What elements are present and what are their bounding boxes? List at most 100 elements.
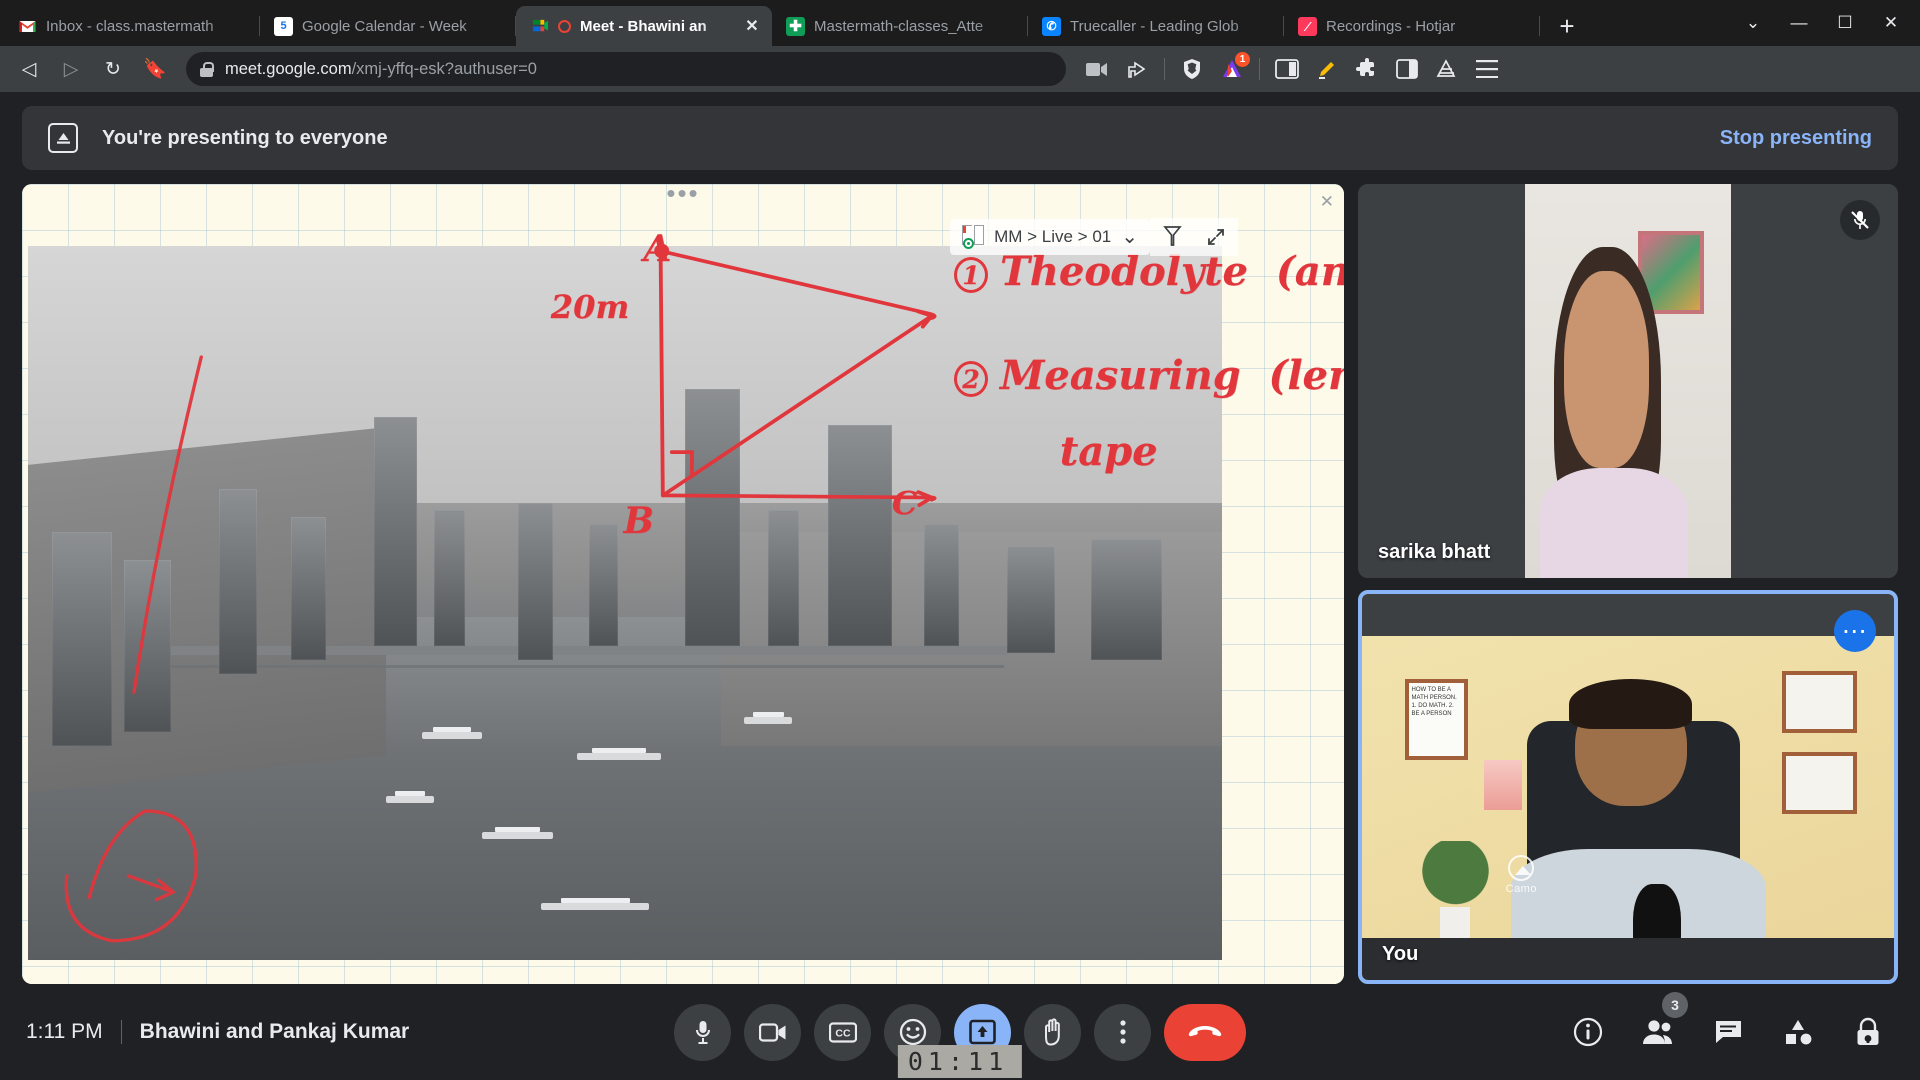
secondary-controls: 3 bbox=[1562, 992, 1894, 1058]
minimize-icon[interactable]: — bbox=[1776, 0, 1822, 46]
brave-leo-icon[interactable] bbox=[1428, 50, 1466, 88]
highlighter-icon[interactable] bbox=[1150, 218, 1194, 256]
browser-tab-gmail[interactable]: Inbox - class.mastermath bbox=[4, 6, 260, 46]
camo-watermark-label: Camo bbox=[1505, 883, 1537, 896]
share-icon[interactable] bbox=[1118, 50, 1156, 88]
url-path: /xmj-yffq-esk?authuser=0 bbox=[351, 59, 537, 78]
video-frame bbox=[1525, 184, 1731, 578]
participants-panel: sarika bhatt HOW TO BE A MATH PERSON. 1.… bbox=[1358, 184, 1898, 984]
photo-boat bbox=[422, 726, 482, 739]
photo-building bbox=[1090, 538, 1163, 661]
host-controls-button[interactable] bbox=[1842, 1006, 1894, 1058]
browser-tab-truecaller[interactable]: ✆ Truecaller - Leading Glob bbox=[1028, 6, 1284, 46]
extensions-icon[interactable] bbox=[1348, 50, 1386, 88]
browser-tab-meet[interactable]: Meet - Bhawini an ✕ bbox=[516, 6, 772, 46]
brave-shields-icon[interactable] bbox=[1173, 50, 1211, 88]
participant-name: You bbox=[1382, 943, 1419, 965]
close-icon[interactable]: ✕ bbox=[742, 16, 762, 36]
window-close-icon[interactable]: ✕ bbox=[1868, 0, 1914, 46]
photo-building bbox=[589, 524, 618, 646]
person-face bbox=[1564, 270, 1649, 468]
browser-tab-hotjar[interactable]: ⁄ Recordings - Hotjar bbox=[1284, 6, 1540, 46]
person-hair bbox=[1569, 678, 1692, 730]
photo-boat bbox=[541, 898, 649, 911]
close-share-icon[interactable]: ✕ bbox=[1320, 192, 1334, 212]
people-count-badge: 3 bbox=[1662, 992, 1688, 1018]
meeting-details-button[interactable] bbox=[1562, 1006, 1614, 1058]
url-domain: meet.google.com bbox=[225, 59, 352, 78]
screen-record-icon[interactable] bbox=[1078, 50, 1116, 88]
chat-button[interactable] bbox=[1702, 1006, 1754, 1058]
meta-divider bbox=[120, 1020, 122, 1044]
wall-certificate bbox=[1782, 752, 1857, 814]
expand-icon[interactable] bbox=[1194, 218, 1238, 256]
new-tab-button[interactable]: + bbox=[1550, 9, 1584, 43]
sidebar-icon[interactable] bbox=[1268, 50, 1306, 88]
microphone-button[interactable] bbox=[674, 1003, 731, 1061]
tab-title: Truecaller - Leading Glob bbox=[1070, 17, 1239, 35]
tab-search-icon[interactable]: ⌄ bbox=[1730, 0, 1776, 46]
tab-title: Meet - Bhawini an bbox=[580, 17, 707, 35]
captions-button[interactable]: CC bbox=[814, 1003, 871, 1061]
presenting-banner: You're presenting to everyone Stop prese… bbox=[22, 106, 1898, 170]
photo-building bbox=[923, 524, 960, 646]
url-input[interactable]: meet.google.com/xmj-yffq-esk?authuser=0 bbox=[186, 52, 1066, 86]
photo-boat bbox=[577, 748, 661, 761]
video-letterbox-top bbox=[1362, 593, 1894, 637]
browser-tab-classroom[interactable]: ✚ Mastermath-classes_Atte bbox=[772, 6, 1028, 46]
meeting-meta: 1:11 PM Bhawini and Pankaj Kumar bbox=[26, 1020, 409, 1044]
camera-button[interactable] bbox=[744, 1003, 801, 1061]
photo-building bbox=[827, 424, 893, 646]
desk-plant bbox=[1420, 841, 1490, 942]
notebook-record-icon bbox=[962, 225, 985, 249]
stop-presenting-button[interactable]: Stop presenting bbox=[1720, 127, 1872, 150]
menu-icon[interactable] bbox=[1468, 50, 1506, 88]
maximize-icon[interactable]: ☐ bbox=[1822, 0, 1868, 46]
wall-certificate bbox=[1782, 671, 1857, 733]
meeting-name: Bhawini and Pankaj Kumar bbox=[139, 1020, 410, 1043]
recording-timer-value: 01:11 bbox=[907, 1047, 1009, 1076]
person-shirt bbox=[1539, 467, 1688, 578]
photo-building bbox=[517, 503, 554, 661]
tab-strip: Inbox - class.mastermath 5 Google Calend… bbox=[0, 0, 1920, 46]
highlighter-icon[interactable] bbox=[1308, 50, 1346, 88]
people-button[interactable]: 3 bbox=[1632, 992, 1688, 1058]
photo-building bbox=[123, 560, 172, 732]
photo-building bbox=[768, 510, 800, 646]
photo-building bbox=[1007, 545, 1055, 653]
google-calendar-icon: 5 bbox=[274, 16, 293, 36]
whiteboard-breadcrumb-chip[interactable]: MM > Live > 01 ⌄ bbox=[950, 219, 1150, 255]
back-icon[interactable]: ◁ bbox=[10, 50, 48, 88]
window-controls: ⌄ — ☐ ✕ bbox=[1730, 0, 1920, 46]
brave-rewards-icon[interactable]: 1 bbox=[1213, 50, 1251, 88]
presenting-banner-text: You're presenting to everyone bbox=[102, 126, 388, 149]
bookmark-icon[interactable]: 🔖 bbox=[136, 50, 174, 88]
participant-tile-sarika[interactable]: sarika bhatt bbox=[1358, 184, 1898, 578]
more-options-icon[interactable]: ⋯ bbox=[1834, 609, 1876, 652]
shared-screen[interactable]: ••• ✕ A 20m B C 1 Theodolyte (an 2 Measu… bbox=[22, 184, 1344, 984]
photo-building bbox=[684, 388, 740, 646]
forward-icon[interactable]: ▷ bbox=[52, 50, 90, 88]
chevron-down-icon[interactable]: ⌄ bbox=[1121, 227, 1138, 247]
tab-title: Inbox - class.mastermath bbox=[46, 17, 214, 35]
present-screen-icon bbox=[48, 123, 78, 153]
google-classroom-icon: ✚ bbox=[786, 16, 805, 36]
browser-tab-google-calendar[interactable]: 5 Google Calendar - Week bbox=[260, 6, 516, 46]
reload-icon[interactable]: ↻ bbox=[94, 50, 132, 88]
photo-boat bbox=[386, 790, 434, 803]
participant-video bbox=[1358, 184, 1898, 578]
photo-boat bbox=[481, 826, 554, 839]
drag-handle-icon[interactable]: ••• bbox=[666, 184, 699, 206]
more-options-button[interactable] bbox=[1094, 1003, 1151, 1061]
wall-poster: HOW TO BE A MATH PERSON. 1. DO MATH. 2. … bbox=[1404, 678, 1469, 760]
participant-tile-you[interactable]: HOW TO BE A MATH PERSON. 1. DO MATH. 2. … bbox=[1358, 589, 1898, 984]
gmail-icon bbox=[18, 17, 37, 36]
tab-title: Recordings - Hotjar bbox=[1326, 17, 1456, 35]
activities-button[interactable] bbox=[1772, 1006, 1824, 1058]
tab-title: Mastermath-classes_Atte bbox=[814, 17, 984, 35]
leave-call-button[interactable] bbox=[1164, 1003, 1246, 1061]
mic-off-icon bbox=[1840, 200, 1880, 240]
photo-building bbox=[219, 488, 258, 675]
split-view-icon[interactable] bbox=[1388, 50, 1426, 88]
raise-hand-button[interactable] bbox=[1024, 1003, 1081, 1061]
